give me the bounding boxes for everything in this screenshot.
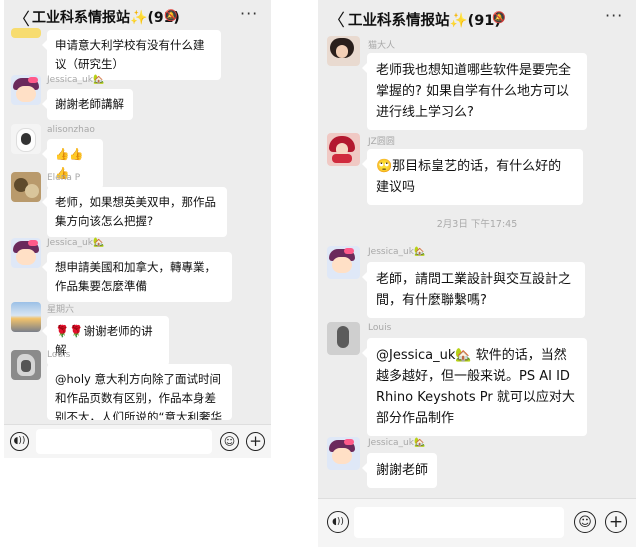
avatar[interactable] bbox=[327, 322, 360, 355]
back-button[interactable]: 〈 bbox=[328, 6, 345, 31]
input-bar: ◖)) ☺ + bbox=[318, 498, 636, 547]
avatar[interactable] bbox=[11, 75, 41, 105]
chat-header: 〈 工业科系情报站✨(91) 🔕 ··· bbox=[4, 0, 271, 34]
mute-icon: 🔕 bbox=[164, 9, 178, 22]
sender-name: Louis bbox=[47, 350, 71, 360]
message-bubble[interactable]: @Jessica_uk🏡 软件的话，当然越多越好，但一般来说。PS AI ID … bbox=[362, 338, 587, 436]
message-bubble[interactable]: 🙄那目标皇艺的话，有什么好的建议吗 bbox=[362, 149, 583, 205]
sender-name: Jessica_uk🏡 bbox=[47, 238, 105, 248]
back-button[interactable]: 〈 bbox=[13, 5, 30, 30]
emoji-icon[interactable]: ☺ bbox=[574, 511, 596, 533]
avatar[interactable] bbox=[327, 437, 360, 470]
sender-name: 星期六 bbox=[47, 305, 75, 315]
sender-name: Elena P bbox=[47, 173, 81, 183]
mute-icon: 🔕 bbox=[492, 11, 506, 24]
chat-header: 〈 工业科系情报站✨(91) 🔕 ··· bbox=[318, 0, 636, 36]
avatar[interactable] bbox=[327, 36, 360, 66]
sender-name: alisonzhao bbox=[47, 125, 95, 135]
sender-name: Jessica_uk🏡 bbox=[47, 75, 105, 85]
avatar[interactable] bbox=[11, 124, 41, 154]
avatar[interactable] bbox=[11, 302, 41, 332]
message-input[interactable] bbox=[36, 429, 212, 454]
sparkle-icon: ✨ bbox=[130, 10, 148, 26]
message-bubble[interactable]: 申请意大利学校有没有什么建议（研究生） bbox=[42, 30, 221, 80]
voice-icon[interactable]: ◖)) bbox=[10, 432, 29, 451]
message-bubble[interactable]: @holy 意大利方向除了面试时间和作品页数有区别，作品本身差别不大，人们所说的… bbox=[47, 364, 232, 420]
sender-name: Jessica_uk🏡 bbox=[368, 438, 426, 448]
more-button[interactable]: ··· bbox=[605, 6, 623, 25]
avatar[interactable] bbox=[327, 246, 360, 279]
sparkle-icon: ✨ bbox=[449, 13, 468, 29]
more-button[interactable]: ··· bbox=[240, 4, 258, 23]
group-title: 工业科系情报站 bbox=[348, 13, 450, 29]
input-bar: ◖)) ☺ + bbox=[4, 424, 271, 458]
message-bubble[interactable]: 老师，如果想英美双申，那作品集方向该怎么把握? bbox=[42, 187, 227, 237]
group-title: 工业科系情报站 bbox=[32, 10, 130, 26]
avatar[interactable] bbox=[11, 238, 41, 268]
right-chat-window: 〈 工业科系情报站✨(91) 🔕 ··· 猫大人 老师我也想知道哪些软件是要完全… bbox=[318, 0, 636, 547]
sender-name: Jessica_uk🏡 bbox=[368, 247, 426, 257]
message-bubble[interactable]: 老师我也想知道哪些软件是要完全掌握的? 如果自学有什么地方可以进行线上学习么? bbox=[362, 53, 587, 130]
sender-name: 猫大人 bbox=[368, 41, 396, 51]
chat-title[interactable]: 工业科系情报站✨(91) bbox=[348, 9, 501, 30]
emoji-icon[interactable]: ☺ bbox=[220, 432, 239, 451]
chat-title[interactable]: 工业科系情报站✨(91) bbox=[32, 7, 180, 27]
avatar[interactable] bbox=[11, 172, 41, 202]
message-bubble[interactable]: 謝謝老師 bbox=[362, 453, 437, 488]
message-bubble[interactable]: 想申請美國和加拿大，轉專業，作品集要怎麼準備 bbox=[42, 252, 232, 302]
sender-name: JZ圆圆 bbox=[368, 137, 395, 147]
message-input[interactable] bbox=[354, 507, 564, 538]
plus-icon[interactable]: + bbox=[605, 511, 627, 533]
avatar[interactable] bbox=[11, 350, 41, 380]
message-bubble[interactable]: 謝謝老師講解 bbox=[42, 89, 133, 120]
timestamp: 2月3日 下午17:45 bbox=[436, 219, 518, 230]
avatar[interactable] bbox=[327, 133, 360, 166]
message-bubble[interactable]: 老師，請問工業設計與交互設計之間，有什麼聯繫嗎? bbox=[362, 262, 585, 318]
sender-name: Louis bbox=[368, 323, 392, 333]
left-chat-window: 〈 工业科系情报站✨(91) 🔕 ··· 申请意大利学校有没有什么建议（研究生）… bbox=[4, 0, 271, 458]
plus-icon[interactable]: + bbox=[246, 432, 265, 451]
avatar[interactable] bbox=[11, 28, 41, 38]
voice-icon[interactable]: ◖)) bbox=[327, 511, 349, 533]
